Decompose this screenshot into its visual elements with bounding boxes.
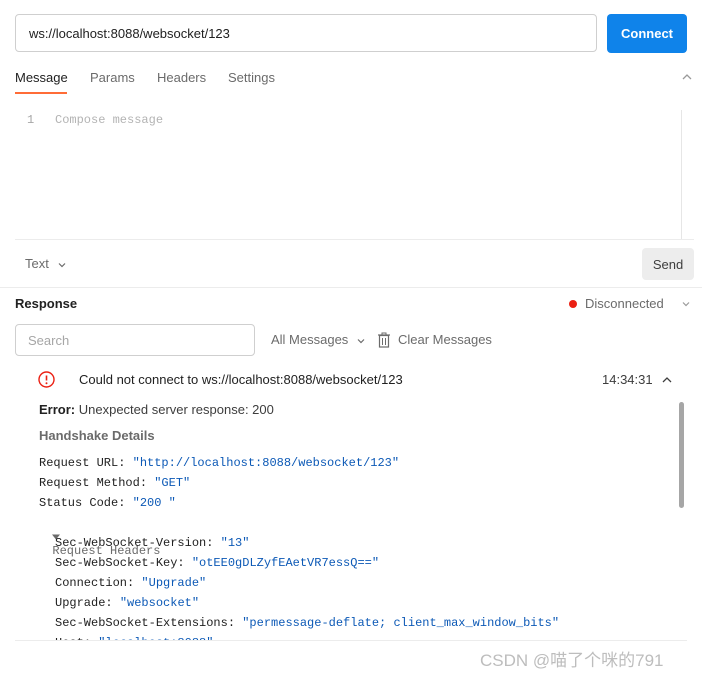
connect-button[interactable]: Connect: [607, 14, 687, 53]
detail-row: Request Method: "GET": [39, 476, 191, 490]
detail-key: Request Method: [39, 476, 140, 490]
message-format-label: Text: [25, 256, 49, 271]
trash-icon[interactable]: [377, 332, 391, 348]
detail-row: Status Code: "200 ": [39, 496, 176, 510]
chevron-up-icon[interactable]: [681, 71, 693, 83]
chevron-up-icon[interactable]: [661, 374, 673, 386]
response-scrollbar[interactable]: [679, 402, 684, 508]
header-value: "permessage-deflate; client_max_window_b…: [242, 616, 560, 630]
detail-key: Request URL: [39, 456, 119, 470]
header-value: "Upgrade": [141, 576, 207, 590]
header-row: Sec-WebSocket-Version: "13": [55, 536, 250, 550]
error-detail: Error: Unexpected server response: 200: [39, 402, 274, 417]
error-text: Unexpected server response: 200: [78, 402, 274, 417]
handshake-details-title: Handshake Details: [39, 428, 155, 443]
chevron-down-icon: [357, 338, 365, 343]
url-input[interactable]: [15, 14, 597, 52]
clear-messages-button[interactable]: Clear Messages: [398, 332, 492, 347]
detail-key: Status Code: [39, 496, 119, 510]
section-divider: [0, 287, 702, 288]
header-row: Sec-WebSocket-Extensions: "permessage-de…: [55, 616, 560, 630]
message-timestamp: 14:34:31: [602, 372, 653, 387]
tab-headers[interactable]: Headers: [157, 70, 206, 85]
detail-value: "GET": [154, 476, 191, 490]
status-dot: [569, 300, 577, 308]
header-row: Connection: "Upgrade": [55, 576, 207, 590]
header-key: Sec-WebSocket-Key: [55, 556, 178, 570]
send-button[interactable]: Send: [642, 248, 694, 280]
active-tab-indicator: [15, 92, 67, 94]
error-message: Could not connect to ws://localhost:8088…: [79, 372, 403, 387]
chevron-down-icon: [59, 262, 66, 267]
header-key: Sec-WebSocket-Extensions: [55, 616, 228, 630]
header-row: Upgrade: "websocket": [55, 596, 200, 610]
tab-message[interactable]: Message: [15, 70, 68, 85]
response-title: Response: [15, 296, 78, 311]
tab-params[interactable]: Params: [90, 70, 135, 85]
connection-status: Disconnected: [585, 296, 664, 311]
message-editor[interactable]: Compose message: [55, 113, 163, 127]
chevron-down-icon[interactable]: [681, 299, 691, 309]
header-key: Sec-WebSocket-Version: [55, 536, 207, 550]
header-row: Sec-WebSocket-Key: "otEE0gDLZyfEAetVR7es…: [55, 556, 380, 570]
header-value: "13": [220, 536, 250, 550]
message-filter-select[interactable]: All Messages: [271, 332, 366, 347]
error-label: Error:: [39, 402, 76, 417]
header-value: "otEE0gDLZyfEAetVR7essQ==": [191, 556, 380, 570]
tab-settings[interactable]: Settings: [228, 70, 275, 85]
detail-value: "http://localhost:8088/websocket/123": [132, 456, 400, 470]
detail-value: "200 ": [132, 496, 176, 510]
search-input[interactable]: [15, 324, 255, 356]
header-key: Connection: [55, 576, 128, 590]
detail-row: Request URL: "http://localhost:8088/webs…: [39, 456, 400, 470]
error-icon: [38, 371, 55, 388]
editor-scrollbar: [681, 110, 682, 240]
message-filter-label: All Messages: [271, 332, 349, 347]
line-number: 1: [27, 113, 35, 127]
editor-divider: [15, 239, 694, 240]
message-format-select[interactable]: Text: [25, 256, 67, 271]
header-value: "websocket": [119, 596, 200, 610]
watermark: CSDN @喵了个咪的791: [480, 651, 664, 670]
bottom-divider: [15, 640, 687, 641]
header-key: Upgrade: [55, 596, 106, 610]
